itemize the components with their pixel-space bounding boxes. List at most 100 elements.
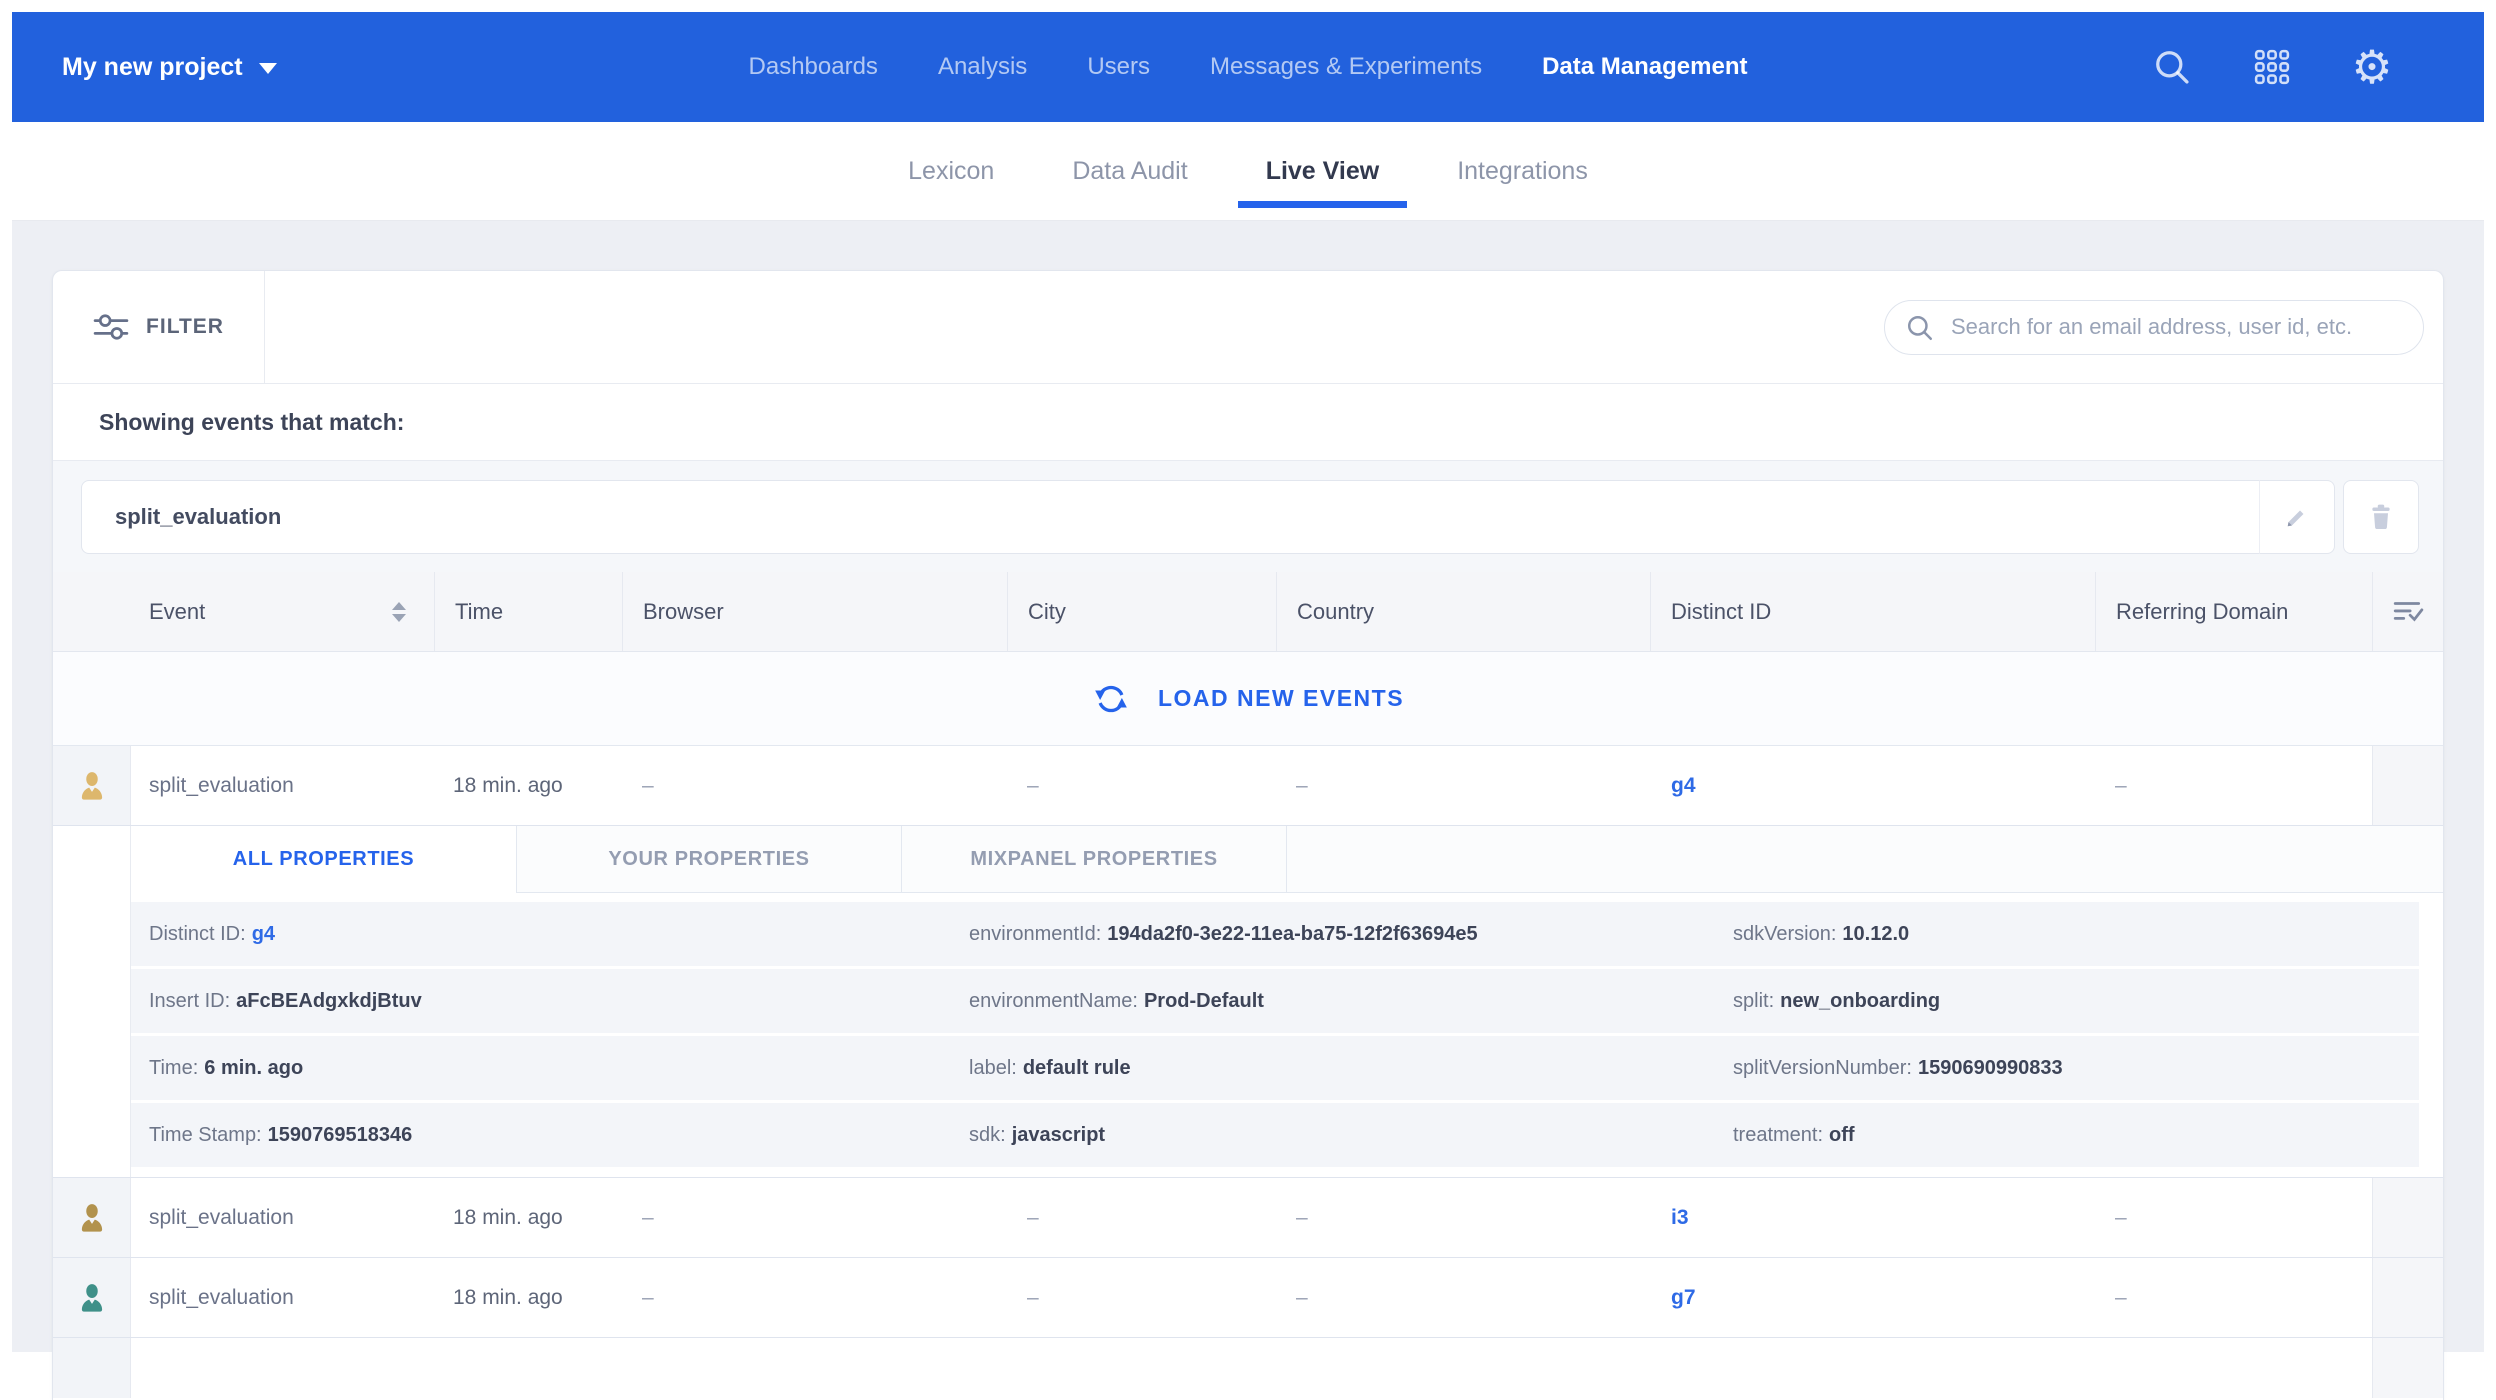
properties-tabs: ALL PROPERTIES YOUR PROPERTIES MIXPANEL …: [131, 826, 2443, 893]
nav-item-users[interactable]: Users: [1087, 53, 1150, 81]
tab-data-audit[interactable]: Data Audit: [1072, 122, 1187, 220]
distinct-id-link[interactable]: g4: [252, 923, 275, 945]
browser-cell: –: [622, 746, 1007, 825]
tab-your-properties[interactable]: YOUR PROPERTIES: [516, 826, 901, 893]
nav-item-dashboards[interactable]: Dashboards: [749, 53, 878, 81]
event-row[interactable]: split_evaluation 18 min. ago – – – g4 –: [53, 746, 2443, 826]
search-input[interactable]: [1884, 300, 2424, 355]
property-time: Time:6 min. ago: [131, 1057, 951, 1080]
row-end-cell: [2372, 746, 2443, 825]
chevron-down-icon: [259, 63, 277, 74]
avatar: [53, 746, 131, 825]
event-row[interactable]: split_evaluation 18 min. ago – – – g7 –: [53, 1258, 2443, 1338]
property-distinct-id: Distinct ID:g4: [131, 923, 951, 946]
showing-events-label: Showing events that match:: [99, 409, 404, 436]
event-filter-section: split_evaluation: [53, 461, 2443, 572]
event-row[interactable]: [53, 1338, 2443, 1398]
tab-integrations[interactable]: Integrations: [1457, 122, 1588, 220]
avatar: [53, 1258, 131, 1337]
avatar: [53, 1338, 131, 1398]
referring-domain-cell: –: [2095, 746, 2372, 825]
browser-cell: –: [622, 1258, 1007, 1337]
country-cell: –: [1276, 1258, 1650, 1337]
nav-item-messages-experiments[interactable]: Messages & Experiments: [1210, 53, 1482, 81]
distinct-id-cell: g4: [1650, 746, 2095, 825]
event-row[interactable]: split_evaluation 18 min. ago – – – i3 –: [53, 1178, 2443, 1258]
person-icon: [76, 1202, 108, 1234]
column-header-event[interactable]: Event: [53, 572, 434, 651]
distinct-id-cell: i3: [1650, 1178, 2095, 1257]
tab-mixpanel-properties[interactable]: MIXPANEL PROPERTIES: [901, 826, 1286, 893]
property-label: label:default rule: [951, 1057, 1715, 1080]
column-settings-button[interactable]: [2372, 572, 2443, 651]
refresh-icon: [1092, 680, 1130, 718]
nav-item-analysis[interactable]: Analysis: [938, 53, 1027, 81]
filter-sliders-icon: [93, 312, 129, 342]
city-cell: –: [1007, 1258, 1276, 1337]
referring-domain-cell: –: [2095, 1258, 2372, 1337]
top-navbar: My new project Dashboards Analysis Users…: [12, 12, 2484, 122]
properties-body: Distinct ID:g4 environmentId:194da2f0-3e…: [131, 893, 2443, 1177]
property-treatment: treatment:off: [1715, 1124, 2419, 1147]
column-header-country: Country: [1276, 572, 1650, 651]
event-name-cell: split_evaluation: [131, 746, 434, 825]
property-split: split:new_onboarding: [1715, 990, 2419, 1013]
event-filter-chip[interactable]: split_evaluation: [81, 480, 2260, 554]
load-new-events-label: LOAD NEW EVENTS: [1158, 685, 1404, 712]
property-row: Distinct ID:g4 environmentId:194da2f0-3e…: [131, 902, 2419, 966]
events-table-header: Event Time Browser City Country Distinct…: [53, 572, 2443, 652]
event-filter-chip-group: split_evaluation: [81, 480, 2335, 554]
primary-nav: Dashboards Analysis Users Messages & Exp…: [749, 12, 1748, 122]
column-header-city: City: [1007, 572, 1276, 651]
row-end-cell: [2372, 1258, 2443, 1337]
row-end-cell: [2372, 1178, 2443, 1257]
showing-events-heading: Showing events that match:: [53, 384, 2443, 461]
tab-lexicon[interactable]: Lexicon: [908, 122, 994, 220]
event-time-cell: 18 min. ago: [434, 1258, 622, 1337]
apps-grid-icon[interactable]: [2250, 45, 2294, 89]
app-frame: My new project Dashboards Analysis Users…: [12, 12, 2484, 1364]
search-icon: [1906, 314, 1934, 342]
tab-all-properties[interactable]: ALL PROPERTIES: [131, 826, 516, 893]
property-insert-id: Insert ID:aFcBEAdgxkdjBtuv: [131, 990, 951, 1013]
edit-filter-button[interactable]: [2259, 480, 2335, 554]
user-search: [1884, 300, 2424, 355]
city-cell: –: [1007, 1178, 1276, 1257]
event-properties-panel: ALL PROPERTIES YOUR PROPERTIES MIXPANEL …: [53, 826, 2443, 1178]
column-header-time: Time: [434, 572, 622, 651]
property-row: Time:6 min. ago label:default rule split…: [131, 1036, 2419, 1100]
tabs-filler: [1286, 826, 2443, 893]
property-environment-name: environmentName:Prod-Default: [951, 990, 1715, 1013]
filter-toolbar: FILTER: [53, 271, 2443, 384]
delete-filter-button[interactable]: [2343, 480, 2419, 554]
property-time-stamp: Time Stamp:1590769518346: [131, 1124, 951, 1147]
distinct-id-link[interactable]: g4: [1671, 774, 1696, 798]
sort-icon[interactable]: [392, 602, 406, 622]
distinct-id-link[interactable]: g7: [1671, 1286, 1696, 1310]
city-cell: –: [1007, 746, 1276, 825]
live-view-card: FILTER Showing events that match: split_…: [52, 270, 2444, 1400]
event-time-cell: 18 min. ago: [434, 746, 622, 825]
person-icon: [76, 1282, 108, 1314]
column-settings-icon: [2392, 598, 2424, 626]
event-name-cell: split_evaluation: [131, 1258, 434, 1337]
row-end-cell: [2372, 1338, 2443, 1398]
distinct-id-link[interactable]: i3: [1671, 1206, 1689, 1230]
property-environment-id: environmentId:194da2f0-3e22-11ea-ba75-12…: [951, 923, 1715, 946]
load-new-events-button[interactable]: LOAD NEW EVENTS: [53, 652, 2443, 746]
property-row: Time Stamp:1590769518346 sdk:javascript …: [131, 1103, 2419, 1167]
property-row: Insert ID:aFcBEAdgxkdjBtuv environmentNa…: [131, 969, 2419, 1033]
properties-main: ALL PROPERTIES YOUR PROPERTIES MIXPANEL …: [131, 826, 2443, 1177]
event-name-cell: split_evaluation: [131, 1178, 434, 1257]
page-content: FILTER Showing events that match: split_…: [12, 221, 2484, 1352]
project-switcher[interactable]: My new project: [62, 53, 277, 82]
search-icon[interactable]: [2150, 45, 2194, 89]
tab-live-view[interactable]: Live View: [1266, 122, 1380, 220]
project-name: My new project: [62, 53, 243, 82]
event-time-cell: 18 min. ago: [434, 1178, 622, 1257]
gear-icon[interactable]: ⚙: [2350, 45, 2394, 89]
nav-item-data-management[interactable]: Data Management: [1542, 53, 1747, 81]
filter-button[interactable]: FILTER: [53, 271, 265, 383]
pencil-icon: [2283, 503, 2311, 531]
column-header-browser: Browser: [622, 572, 1007, 651]
